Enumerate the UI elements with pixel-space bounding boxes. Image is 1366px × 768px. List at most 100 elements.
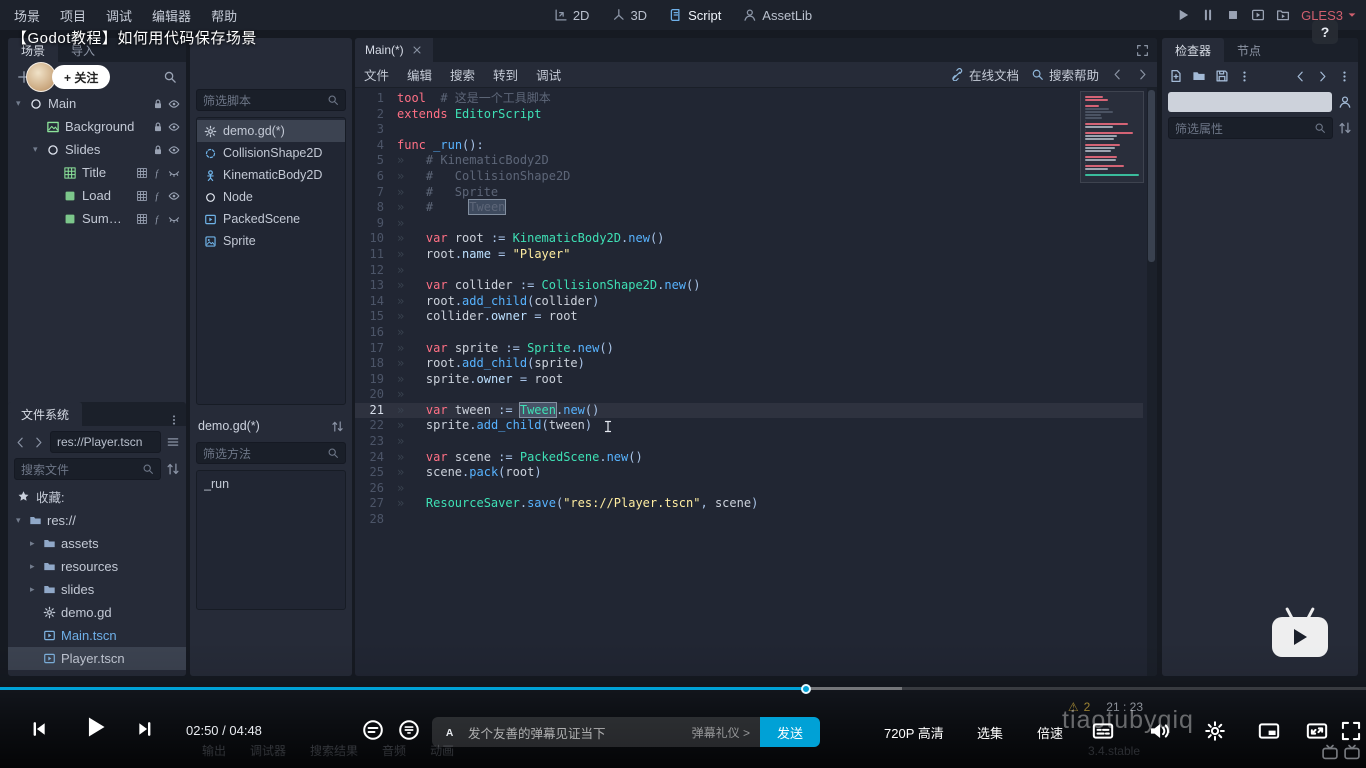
code-line-15[interactable]: 15» collider.owner = root (355, 309, 1143, 325)
fscript-icon[interactable]: f (152, 190, 164, 201)
code-line-16[interactable]: 16» (355, 325, 1143, 341)
settings-icon[interactable] (1204, 720, 1226, 742)
previous-button[interactable] (30, 720, 48, 738)
grid-icon[interactable] (136, 213, 148, 225)
kebab-icon[interactable] (168, 414, 180, 426)
script-item-Sprite[interactable]: Sprite (197, 230, 345, 252)
search-icon[interactable] (163, 70, 177, 84)
method-item-_run[interactable]: _run (197, 473, 345, 495)
grid-icon[interactable] (136, 167, 148, 179)
close-icon[interactable] (411, 44, 423, 56)
eye-icon[interactable] (168, 190, 180, 202)
fscript-icon[interactable]: f (152, 213, 164, 224)
script-item-demo.gd(*)[interactable]: demo.gd(*) (197, 120, 345, 142)
episodes-button[interactable]: 选集 (977, 723, 1003, 742)
new-resource-icon[interactable] (1169, 69, 1183, 83)
script-item-CollisionShape2D[interactable]: CollisionShape2D (197, 142, 345, 164)
back-icon[interactable] (1294, 70, 1307, 83)
distraction-free-icon[interactable] (1136, 44, 1149, 57)
code-line-6[interactable]: 6» # CollisionShape2D (355, 169, 1143, 185)
forward-icon[interactable] (1316, 70, 1329, 83)
workspace-2d[interactable]: 2D (544, 6, 600, 25)
eyeclosed-icon[interactable] (168, 213, 180, 225)
script-item-Node[interactable]: Node (197, 186, 345, 208)
help-button[interactable]: ? (1312, 20, 1338, 44)
code-line-12[interactable]: 12» (355, 263, 1143, 279)
eyeclosed-icon[interactable] (168, 167, 180, 179)
code-line-11[interactable]: 11» root.name = "Player" (355, 247, 1143, 263)
kebab-icon[interactable] (1338, 70, 1351, 83)
node-name-field[interactable] (1168, 92, 1332, 112)
minimap[interactable] (1080, 91, 1144, 183)
workspace-script[interactable]: Script (659, 6, 731, 25)
fs-path[interactable]: res://Player.tscn (50, 431, 161, 453)
code-line-10[interactable]: 10» var root := KinematicBody2D.new() (355, 231, 1143, 247)
code-line-27[interactable]: 27» ResourceSaver.save("res://Player.tsc… (355, 496, 1143, 512)
editor-menu[interactable]: 编辑 (398, 65, 441, 84)
code-area[interactable]: 1 tool # 这是一个工具脚本 2 extends EditorScript 3 4 f… (355, 88, 1157, 676)
eye-icon[interactable] (168, 121, 180, 133)
code-line-24[interactable]: 24» var scene := PackedScene.new() (355, 450, 1143, 466)
code-line-7[interactable]: 7» # Sprite (355, 185, 1143, 201)
code-line-17[interactable]: 17» var sprite := Sprite.new() (355, 341, 1143, 357)
code-line-26[interactable]: 26» (355, 481, 1143, 497)
editor-menu[interactable]: 搜索 (441, 65, 484, 84)
menubar-item[interactable]: 编辑器 (142, 6, 201, 25)
lock-icon[interactable] (152, 121, 164, 133)
code-line-14[interactable]: 14» root.add_child(collider) (355, 294, 1143, 310)
code-line-9[interactable]: 9» (355, 216, 1143, 232)
script-item-PackedScene[interactable]: PackedScene (197, 208, 345, 230)
volume-icon[interactable] (1148, 720, 1170, 742)
danmaku-etiquette-link[interactable]: 弹幕礼仪 > (692, 724, 760, 741)
follow-button[interactable]: + 关注 (52, 65, 111, 89)
send-button[interactable]: 发送 (760, 717, 820, 747)
workspace-assetlib[interactable]: AssetLib (733, 6, 822, 25)
search-help-button[interactable]: 搜索帮助 (1031, 65, 1099, 84)
scene-node-Title[interactable]: Title f (8, 161, 186, 184)
fs-item-demo.gd[interactable]: demo.gd (8, 601, 186, 624)
playscene-icon[interactable] (1251, 8, 1265, 22)
editor-menu[interactable]: 文件 (355, 65, 398, 84)
danmaku-toggle-icon[interactable] (362, 719, 384, 741)
lock-icon[interactable] (152, 98, 164, 110)
scene-node-Slides[interactable]: ▾ Slides (8, 138, 186, 161)
online-docs-button[interactable]: 在线文档 (951, 65, 1019, 84)
resource-menu-icon[interactable] (1238, 70, 1251, 83)
stopsq-icon[interactable] (1226, 8, 1240, 22)
code-line-3[interactable]: 3 (355, 122, 1143, 138)
bilibili-tv-logo[interactable] (1272, 606, 1328, 658)
scene-node-Summary[interactable]: Summaryf (8, 207, 186, 230)
code-line-5[interactable]: 5» # KinematicBody2D (355, 153, 1143, 169)
pip-icon[interactable] (1258, 720, 1280, 742)
tab-node[interactable]: 节点 (1224, 38, 1274, 62)
script-item-KinematicBody2D[interactable]: KinematicBody2D (197, 164, 345, 186)
scene-node-Load[interactable]: Load f (8, 184, 186, 207)
menubar-item[interactable]: 帮助 (201, 6, 247, 25)
code-line-23[interactable]: 23» (355, 434, 1143, 450)
code-line-22[interactable]: 22» sprite.add_child(tween) (355, 418, 1143, 434)
danmaku-font-button[interactable]: A (432, 726, 466, 739)
back-icon[interactable] (14, 436, 27, 449)
save-resource-icon[interactable] (1215, 69, 1229, 83)
filter-methods-input[interactable]: 筛选方法 (196, 442, 346, 464)
code-line-1[interactable]: 1 tool # 这是一个工具脚本 (355, 91, 1143, 107)
fs-item-assets[interactable]: ▸ assets (8, 532, 186, 555)
forward-icon[interactable] (32, 436, 45, 449)
seek-handle[interactable] (800, 683, 811, 694)
pause-icon[interactable] (1201, 8, 1215, 22)
fs-menu-icon[interactable] (166, 435, 180, 449)
load-resource-icon[interactable] (1192, 69, 1206, 83)
code-line-8[interactable]: 8» # Tween (355, 200, 1143, 216)
playcustom-icon[interactable] (1276, 8, 1290, 22)
danmaku-input[interactable]: A 发个友善的弹幕见证当下 弹幕礼仪 > (432, 717, 760, 747)
play-button[interactable] (82, 714, 108, 740)
play-icon[interactable] (1176, 8, 1190, 22)
code-line-19[interactable]: 19» sprite.owner = root (355, 372, 1143, 388)
tab-inspector[interactable]: 检查器 (1162, 38, 1225, 62)
web-fullscreen-icon[interactable] (1306, 720, 1328, 742)
danmaku-settings-icon[interactable] (398, 719, 420, 741)
eye-icon[interactable] (168, 144, 180, 156)
code-line-21[interactable]: 21» var tween := Tween.new() (355, 402, 1143, 419)
sort-icon[interactable] (1338, 121, 1352, 135)
fs-item-res://[interactable]: ▾ res:// (8, 509, 186, 532)
